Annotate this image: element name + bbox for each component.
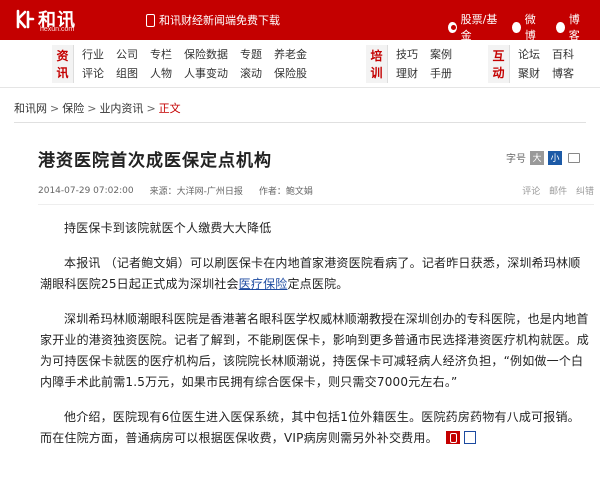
search-type-selector: 股票/基金 微博 博客 xyxy=(448,11,600,43)
article-paragraph: 本报讯 （记者鲍文娟）可以刷医保卡在内地首家港资医院看病了。记者昨日获悉，深圳希… xyxy=(40,256,581,291)
font-small-button[interactable]: 小 xyxy=(548,150,562,165)
breadcrumb-separator: > xyxy=(87,101,97,115)
nav-link[interactable]: 技巧 xyxy=(396,46,418,64)
nav-link[interactable]: 论坛 xyxy=(518,46,540,64)
breadcrumb: 和讯网 > 保险 > 业内资讯 > 正文 xyxy=(14,100,181,116)
comment-link[interactable]: 评论 xyxy=(522,187,540,197)
email-link[interactable]: 邮件 xyxy=(549,187,567,197)
share-box-icon[interactable] xyxy=(463,431,476,444)
nav-link[interactable]: 人物 xyxy=(150,65,172,83)
phone-icon xyxy=(146,13,155,27)
nav-head-interact: 互动 xyxy=(488,45,510,83)
nav-group-training: 培训 技巧 理财 案例 手册 xyxy=(366,45,464,83)
article-body: 持医保卡到该院就医个人缴费大大降低 本报讯 （记者鲍文娟）可以刷医保卡在内地首家… xyxy=(40,218,590,463)
nav-link[interactable]: 博客 xyxy=(552,65,574,83)
font-size-label: 字号 xyxy=(506,154,526,165)
medical-insurance-link[interactable]: 医疗保险 xyxy=(239,277,288,291)
nav-link[interactable]: 专栏 xyxy=(150,46,172,64)
radio-stock-fund[interactable] xyxy=(448,21,457,33)
radio-label-stock-fund: 股票/基金 xyxy=(460,13,498,42)
hexun-logo-icon xyxy=(16,9,35,29)
nav-link[interactable]: 养老金 xyxy=(274,46,307,64)
breadcrumb-current: 正文 xyxy=(158,102,181,115)
nav-link[interactable]: 公司 xyxy=(116,46,138,64)
nav-link[interactable]: 组图 xyxy=(116,65,138,83)
nav-link[interactable]: 滚动 xyxy=(240,65,262,83)
nav-group-news: 资讯 行业 评论 公司 组图 专栏 人物 保险数据 人事变动 专题 滚动 养老金 保险股 xyxy=(52,45,319,83)
article-paragraph: 他介绍，医院现有6位医生进入医保系统，其中包括1位外籍医生。医院药房药物有八成可… xyxy=(40,410,580,445)
breadcrumb-link[interactable]: 保险 xyxy=(62,100,84,116)
breadcrumb-separator: > xyxy=(50,101,60,115)
source-name[interactable]: 大洋网-广州日报 xyxy=(177,184,243,197)
radio-label-blog: 博客 xyxy=(568,13,580,42)
nav-link[interactable]: 人事变动 xyxy=(184,65,228,83)
source-label: 来源： xyxy=(149,187,177,197)
nav-link[interactable]: 手册 xyxy=(430,65,452,83)
app-download-link[interactable]: 和讯财经新闻端免费下载 xyxy=(146,12,280,28)
nav-head-training: 培训 xyxy=(366,45,388,83)
top-bar: 和讯 hexun.com 和讯财经新闻端免费下载 股票/基金 微博 博客 xyxy=(0,0,600,43)
article-meta: 2014-07-29 07:02:00 来源： 大洋网-广州日报 作者： 鲍文娟… xyxy=(38,184,594,198)
nav-link[interactable]: 保险股 xyxy=(274,65,307,83)
publish-date: 2014-07-29 07:02:00 xyxy=(38,185,134,196)
nav-link[interactable]: 评论 xyxy=(82,65,104,83)
radio-weibo[interactable] xyxy=(512,21,521,33)
radio-blog[interactable] xyxy=(556,21,565,33)
article-actions: 评论 邮件 纠错 xyxy=(516,184,594,197)
promo-text: 和讯财经新闻端免费下载 xyxy=(159,14,280,27)
hexun-mini-logo-icon[interactable] xyxy=(445,431,460,444)
breadcrumb-link[interactable]: 和讯网 xyxy=(14,100,47,116)
hexun-logo[interactable]: 和讯 hexun.com xyxy=(14,6,120,34)
font-big-button[interactable]: 大 xyxy=(530,150,544,165)
radio-label-weibo: 微博 xyxy=(524,13,536,42)
divider xyxy=(14,122,586,123)
breadcrumb-separator: > xyxy=(146,101,156,115)
font-size-controls: 字号 大 小 xyxy=(506,150,580,165)
nav-link[interactable]: 案例 xyxy=(430,46,452,64)
nav-link[interactable]: 聚财 xyxy=(518,65,540,83)
article-title: 港资医院首次成医保定点机构 xyxy=(38,151,272,171)
nav-link[interactable]: 理财 xyxy=(396,65,418,83)
print-icon[interactable] xyxy=(568,152,580,163)
report-error-link[interactable]: 纠错 xyxy=(576,187,594,197)
breadcrumb-link[interactable]: 业内资讯 xyxy=(99,100,143,116)
author-label: 作者： xyxy=(258,187,286,197)
nav-link[interactable]: 保险数据 xyxy=(184,46,228,64)
nav-head-news: 资讯 xyxy=(52,45,74,83)
divider xyxy=(38,204,594,205)
channel-nav: 资讯 行业 评论 公司 组图 专栏 人物 保险数据 人事变动 专题 滚动 养老金 保险股 培… xyxy=(0,40,600,88)
nav-link[interactable]: 行业 xyxy=(82,46,104,64)
author-name: 鲍文娟 xyxy=(285,187,313,197)
article-paragraph: 深圳希玛林顺潮眼科医院是香港著名眼科医学权威林顺潮教授在深圳创办的专科医院，也是… xyxy=(40,312,590,389)
nav-link[interactable]: 专题 xyxy=(240,46,262,64)
nav-group-interact: 互动 论坛 聚财 百科 博客 xyxy=(488,45,586,83)
logo-domain: hexun.com xyxy=(40,26,75,33)
nav-link[interactable]: 百科 xyxy=(552,46,574,64)
article-paragraph: 持医保卡到该院就医个人缴费大大降低 xyxy=(64,221,272,235)
